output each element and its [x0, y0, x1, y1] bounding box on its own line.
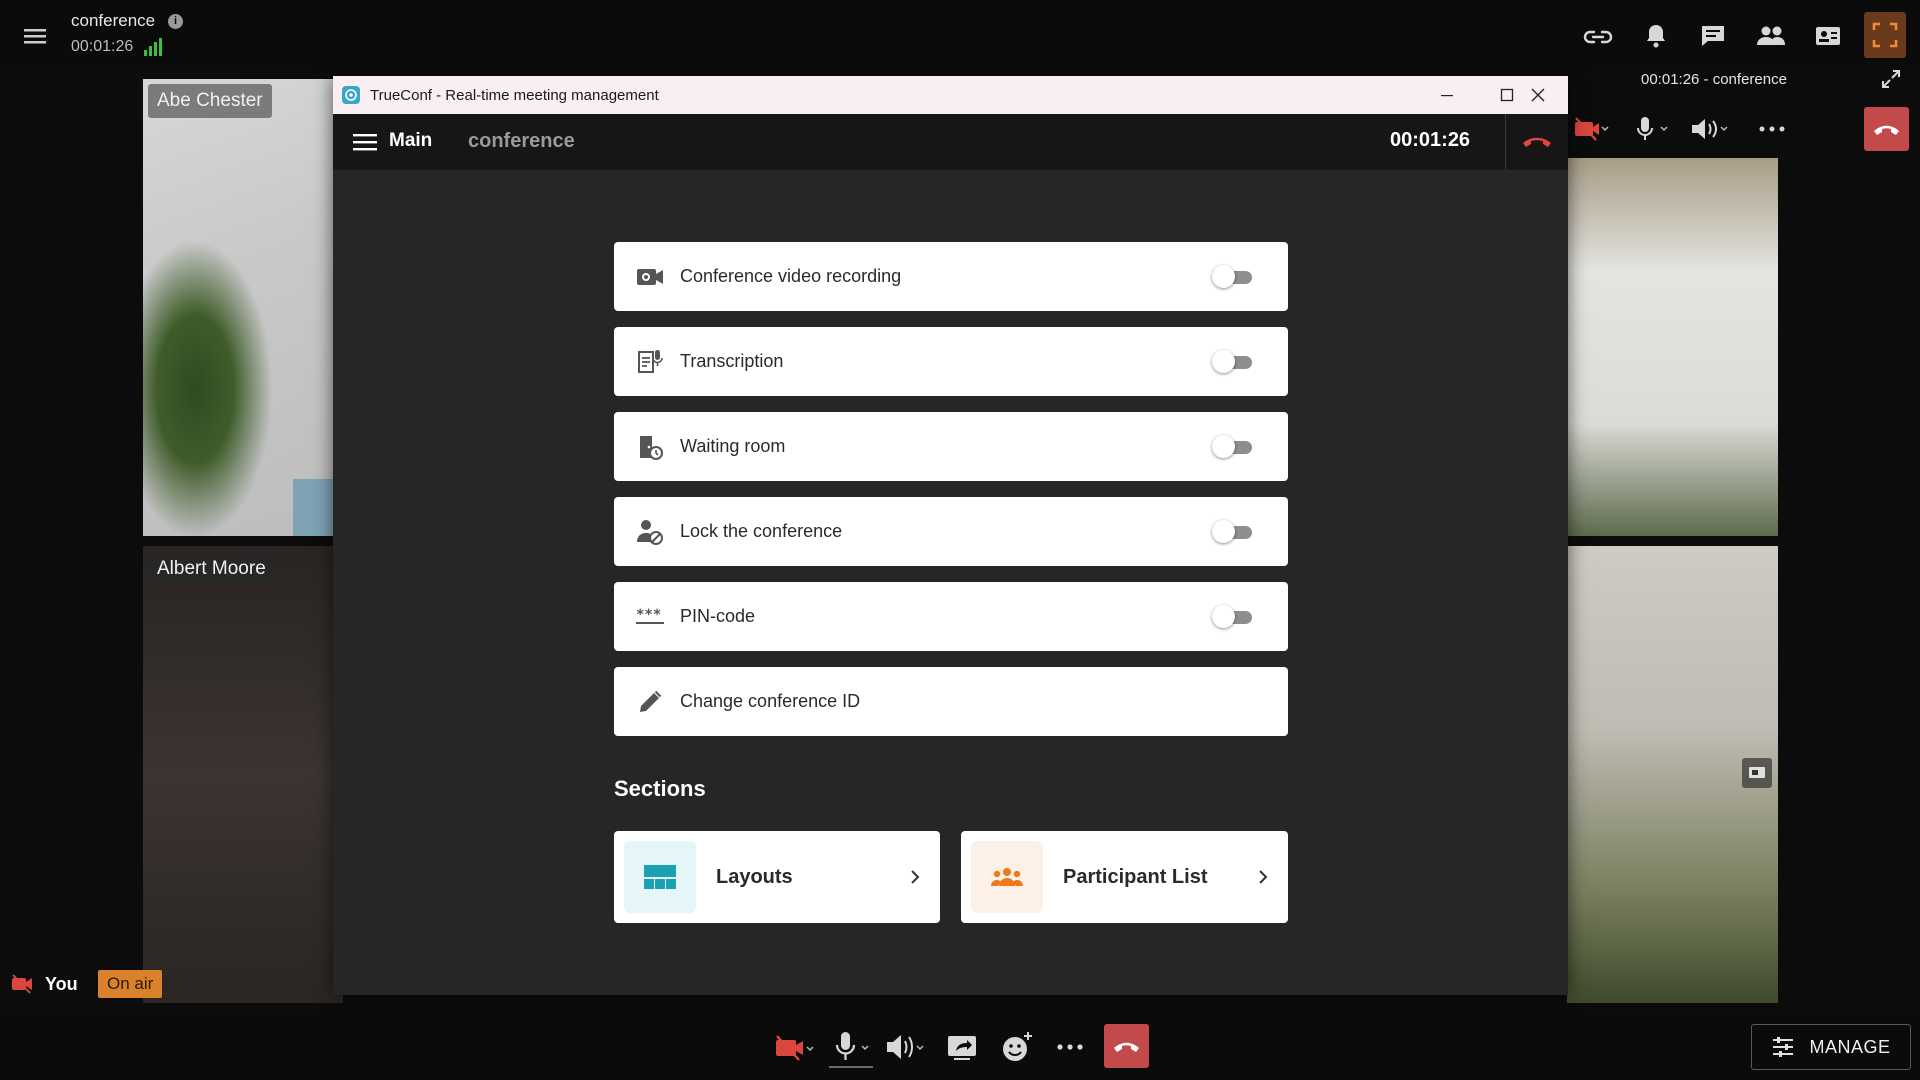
microphone-icon[interactable] — [829, 1030, 873, 1068]
window-titlebar: TrueConf - Real-time meeting management — [333, 76, 1568, 114]
setting-label: Lock the conference — [680, 521, 843, 541]
info-icon[interactable]: i — [168, 14, 183, 29]
setting-transcription[interactable]: Transcription — [614, 327, 1288, 396]
microphone-icon[interactable] — [1633, 116, 1673, 142]
camera-off-icon[interactable] — [1572, 116, 1612, 142]
svg-text:***: *** — [636, 607, 661, 623]
section-participant-list[interactable]: Participant List — [961, 831, 1288, 923]
participants-icon — [971, 841, 1043, 913]
layouts-icon — [624, 841, 696, 913]
self-label: You — [45, 974, 78, 994]
more-options-icon[interactable] — [1052, 1030, 1088, 1064]
conference-timer: 00:01:26 — [71, 38, 134, 55]
header-divider — [1505, 114, 1506, 170]
emoji-reaction-icon[interactable] — [999, 1030, 1035, 1064]
hang-up-button[interactable] — [1104, 1024, 1149, 1068]
sliders-icon — [1771, 1036, 1795, 1058]
window-title: TrueConf - Real-time meeting management — [370, 86, 659, 104]
edit-pencil-icon — [636, 688, 664, 716]
setting-waiting-room[interactable]: Waiting room — [614, 412, 1288, 481]
setting-label: Conference video recording — [680, 266, 902, 286]
signal-strength-icon — [143, 38, 163, 56]
transcription-icon — [636, 348, 664, 376]
setting-change-conference-id[interactable]: Change conference ID — [614, 667, 1288, 736]
sections-heading: Sections — [614, 776, 706, 801]
fullscreen-button[interactable] — [1864, 12, 1906, 58]
setting-conference-video-recording[interactable]: Conference video recording — [614, 242, 1288, 311]
minimize-icon[interactable] — [1417, 76, 1477, 114]
video-tile-albert-moore[interactable] — [143, 546, 343, 1003]
dialog-timer: 00:01:26 — [1390, 129, 1471, 151]
bell-icon[interactable] — [1638, 20, 1674, 52]
chevron-right-icon — [1256, 865, 1270, 889]
setting-label: PIN-code — [680, 606, 756, 626]
chat-icon[interactable] — [1695, 20, 1731, 52]
lock-conference-toggle[interactable] — [1212, 520, 1254, 543]
breadcrumb-main[interactable]: Main — [389, 130, 432, 152]
participant-name-tag: Albert Moore — [148, 552, 275, 586]
waiting-room-icon — [636, 433, 664, 461]
speaker-icon[interactable] — [884, 1030, 928, 1064]
pin-code-toggle[interactable] — [1212, 605, 1254, 628]
screen-share-icon[interactable] — [944, 1030, 980, 1064]
screen-share-icon[interactable] — [1742, 758, 1772, 788]
right-panel-title: 00:01:26 - conference — [1641, 71, 1787, 88]
expand-icon[interactable] — [1880, 68, 1902, 90]
section-label: Layouts — [716, 865, 793, 888]
manage-label: MANAGE — [1809, 1036, 1891, 1057]
end-call-button[interactable] — [1517, 128, 1557, 156]
link-icon[interactable] — [1580, 20, 1616, 52]
top-bar — [0, 0, 1920, 70]
video-tile-right-top[interactable] — [1567, 158, 1778, 536]
video-record-icon — [636, 263, 664, 291]
on-air-badge: On air — [98, 970, 163, 998]
setting-pin-code[interactable]: *** PIN-code — [614, 582, 1288, 651]
hamburger-menu-icon[interactable] — [353, 132, 377, 152]
camera-off-icon — [10, 973, 36, 995]
pin-code-icon: *** — [636, 603, 664, 631]
transcription-toggle[interactable] — [1212, 350, 1254, 373]
video-tile-abe-chester[interactable] — [143, 79, 343, 536]
waiting-room-toggle[interactable] — [1212, 435, 1254, 458]
trueconf-logo-icon — [342, 86, 360, 104]
recording-toggle[interactable] — [1212, 265, 1254, 288]
hang-up-button[interactable] — [1864, 107, 1909, 151]
manage-button[interactable]: MANAGE — [1751, 1024, 1911, 1070]
setting-label: Transcription — [680, 351, 784, 371]
contact-card-icon[interactable] — [1810, 20, 1846, 52]
camera-off-icon[interactable] — [773, 1030, 817, 1064]
participants-icon[interactable] — [1753, 20, 1789, 52]
participant-name-tag: Abe Chester — [148, 84, 272, 118]
setting-label: Waiting room — [680, 436, 786, 456]
chevron-right-icon — [908, 865, 922, 889]
close-icon[interactable] — [1508, 76, 1568, 114]
setting-label: Change conference ID — [680, 691, 861, 711]
more-options-icon[interactable] — [1755, 116, 1789, 142]
hamburger-menu-icon[interactable] — [20, 22, 52, 50]
dialog-header: Main conference 00:01:26 — [333, 114, 1568, 170]
section-layouts[interactable]: Layouts — [614, 831, 940, 923]
conference-title: conference — [71, 11, 156, 30]
lock-user-icon — [636, 518, 664, 546]
speaker-icon[interactable] — [1689, 116, 1733, 142]
breadcrumb-conference: conference — [468, 130, 575, 152]
section-label: Participant List — [1063, 865, 1208, 888]
setting-lock-the-conference[interactable]: Lock the conference — [614, 497, 1288, 566]
meeting-management-window: TrueConf - Real-time meeting management … — [333, 76, 1568, 995]
